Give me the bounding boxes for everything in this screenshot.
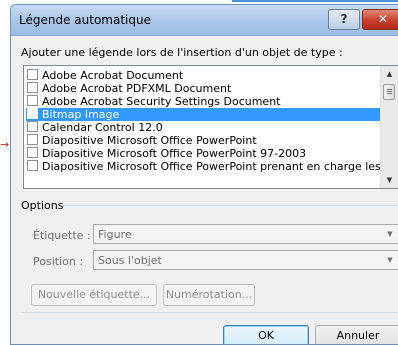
close-button[interactable]: ✕ xyxy=(362,9,398,30)
position-value: Sous l'objet xyxy=(98,254,162,267)
dialog-title: Légende automatique xyxy=(19,13,151,27)
vertical-scrollbar[interactable]: ▲ ▼ xyxy=(380,66,398,188)
grip-line xyxy=(387,89,392,90)
options-divider xyxy=(63,205,398,206)
checkbox[interactable] xyxy=(27,108,38,119)
help-button[interactable]: ? xyxy=(328,9,360,30)
background-accent-line xyxy=(232,0,398,2)
new-label-button[interactable]: Nouvelle étiquette... xyxy=(31,284,157,306)
checkbox[interactable] xyxy=(27,134,38,145)
list-item-label: Adobe Acrobat Security Settings Document xyxy=(42,95,281,108)
checkbox[interactable] xyxy=(27,95,38,106)
list-item-label: Adobe Acrobat Document xyxy=(42,69,184,82)
numbering-button[interactable]: Numérotation... xyxy=(163,284,255,306)
arrow-marker-icon: → xyxy=(0,138,10,151)
title-bar: Légende automatique ? ✕ xyxy=(11,5,398,36)
etiquette-label: Étiquette : xyxy=(33,229,91,242)
cancel-button[interactable]: Annuler xyxy=(315,325,398,344)
checkbox[interactable] xyxy=(27,160,38,171)
checkbox[interactable] xyxy=(27,121,38,132)
ok-button[interactable]: OK xyxy=(223,325,309,344)
list-item-label: Diapositive Microsoft Office PowerPoint … xyxy=(42,147,307,160)
list-item[interactable]: Adobe Acrobat Security Settings Document xyxy=(26,95,380,108)
caption-dialog: Légende automatique ? ✕ Ajouter une lége… xyxy=(10,4,398,345)
list-item-label: Bitmap Image xyxy=(42,108,120,121)
list-item-label: Calendar Control 12.0 xyxy=(42,121,163,134)
grip-line xyxy=(387,93,392,94)
list-item-label: Diapositive Microsoft Office PowerPoint … xyxy=(42,160,398,173)
position-label: Position : xyxy=(33,255,84,268)
list-item[interactable]: Bitmap Image xyxy=(26,108,380,121)
list-item[interactable]: Diapositive Microsoft Office PowerPoint … xyxy=(26,147,380,160)
checkbox[interactable] xyxy=(27,147,38,158)
checkbox[interactable] xyxy=(27,69,38,80)
position-select[interactable]: Sous l'objet ▼ xyxy=(93,250,398,270)
list-item-label: Adobe Acrobat PDFXML Document xyxy=(42,82,232,95)
list-item-label: Diapositive Microsoft Office PowerPoint xyxy=(42,134,257,147)
list-item[interactable]: Diapositive Microsoft Office PowerPoint xyxy=(26,134,380,147)
chevron-down-icon[interactable]: ▼ xyxy=(382,251,398,269)
scroll-up-icon[interactable]: ▲ xyxy=(381,66,398,82)
object-type-list[interactable]: Adobe Acrobat Document Adobe Acrobat PDF… xyxy=(23,65,398,189)
list-item[interactable]: Calendar Control 12.0 xyxy=(26,121,380,134)
object-type-label: Ajouter une légende lors de l'insertion … xyxy=(21,46,343,59)
scroll-thumb[interactable] xyxy=(383,84,395,100)
checkbox[interactable] xyxy=(27,82,38,93)
list-item[interactable]: Adobe Acrobat PDFXML Document xyxy=(26,82,380,95)
grip-line xyxy=(387,91,392,92)
etiquette-value: Figure xyxy=(98,228,132,241)
list-item[interactable]: Adobe Acrobat Document xyxy=(26,69,380,82)
bottom-divider xyxy=(21,312,398,313)
chevron-down-icon[interactable]: ▼ xyxy=(382,225,398,243)
list-item[interactable]: Diapositive Microsoft Office PowerPoint … xyxy=(26,160,398,173)
options-heading: Options xyxy=(21,199,64,212)
etiquette-select[interactable]: Figure ▼ xyxy=(93,224,398,244)
scroll-down-icon[interactable]: ▼ xyxy=(381,172,398,188)
